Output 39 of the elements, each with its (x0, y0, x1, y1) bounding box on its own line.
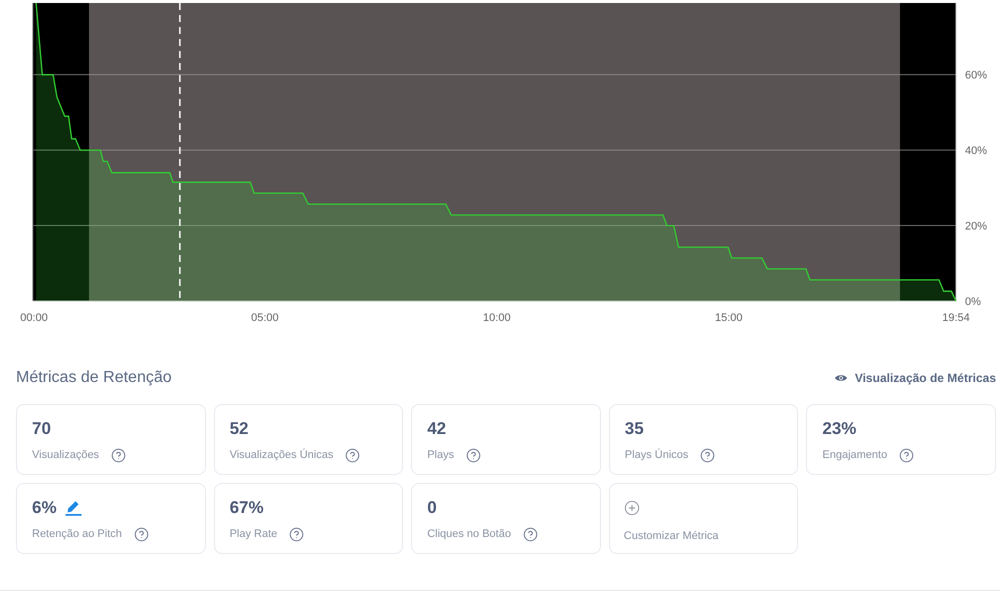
metric-label: Engajamento (822, 448, 888, 463)
help-icon[interactable] (700, 448, 716, 462)
view-metrics-link[interactable]: Visualização de Métricas (834, 370, 996, 386)
x-tick-label: 10:00 (483, 312, 511, 324)
metric-value: 42 (427, 418, 446, 440)
y-tick-label: 40% (965, 145, 988, 158)
metric-label: Cliques no Botão (427, 527, 511, 542)
section-title: Métricas de Retenção (16, 368, 172, 388)
y-tick-label: 60% (965, 70, 988, 82)
help-icon[interactable] (134, 526, 149, 542)
y-tick-label: 20% (965, 220, 988, 233)
metric-value: 67% (230, 497, 264, 519)
y-tick-label: 0% (965, 296, 981, 308)
x-tick-label: 00:00 (20, 312, 48, 324)
metric-label: Retenção ao Pitch (32, 527, 122, 542)
metric-value: 23% (822, 418, 856, 440)
metric-label: Visualizações Únicas (230, 448, 334, 463)
help-icon[interactable] (522, 526, 538, 542)
help-icon[interactable] (111, 448, 126, 462)
help-icon[interactable] (289, 526, 304, 542)
metric-label: Plays (427, 448, 454, 463)
metric-value: 70 (32, 418, 51, 440)
metric-label: Play Rate (230, 527, 278, 542)
metric-value: 0 (427, 497, 437, 519)
add-metric-button[interactable]: Customizar Métrica (608, 483, 798, 554)
metric-value: 35 (624, 418, 644, 440)
x-tick-label: 15:00 (714, 312, 742, 324)
metric-label: Plays Únicos (624, 448, 688, 463)
x-tick-label: 19:54 (942, 312, 970, 324)
metric-value: 6% (32, 497, 57, 519)
metric-label: Visualizações (32, 448, 100, 463)
plus-icon (624, 500, 640, 516)
x-tick-label: 05:00 (251, 312, 279, 324)
help-icon[interactable] (345, 448, 360, 462)
help-icon[interactable] (899, 448, 914, 462)
help-icon[interactable] (466, 448, 482, 462)
pencil-icon[interactable] (64, 500, 82, 516)
metric-value: 52 (230, 418, 249, 440)
eye-icon (834, 374, 847, 382)
